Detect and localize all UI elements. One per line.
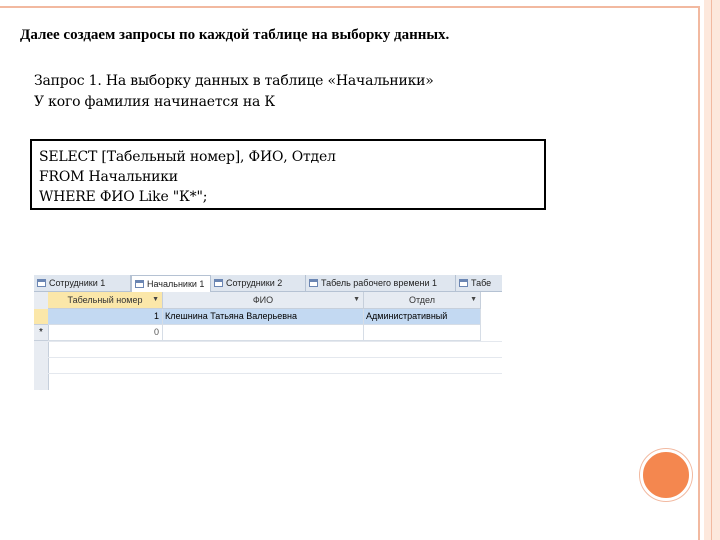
sql-line-where: WHERE ФИО Like "К*"; [39,189,208,205]
side-decoration-line [711,0,712,540]
new-record-marker[interactable]: * [34,325,48,341]
access-query-result-screenshot: Сотрудники 1 Начальники 1 Сотрудники 2 Т… [34,268,502,390]
tab-timesheet-1[interactable]: Табель рабочего времени 1 [306,275,456,291]
sql-line-select: SELECT [Табельный номер], ФИО, Отдел [39,149,336,165]
query-icon [37,279,46,287]
record-selector-column [34,292,49,390]
cell-new-tab-number[interactable]: 0 [48,325,163,341]
cell-dept[interactable]: Административный [364,309,481,325]
cell-tab-number[interactable]: 1 [48,309,163,325]
frame-top-line [0,6,698,8]
frame-right-line [698,6,700,540]
query-condition: У кого фамилия начинается на К [34,94,276,110]
tab-employees-1[interactable]: Сотрудники 1 [34,275,131,291]
tab-employees-2[interactable]: Сотрудники 2 [211,275,306,291]
column-header-tab-number[interactable]: Табельный номер ▼ [48,292,163,309]
query-icon [135,280,144,288]
query-icon [309,279,318,287]
orange-circle-decoration [640,449,692,501]
sql-line-from: FROM Начальники [39,169,178,185]
tab-truncated[interactable]: Табе [456,275,502,291]
cell-new-dept[interactable] [364,325,481,341]
grid-empty-line [48,373,502,374]
query-description: Запрос 1. На выборку данных в таблице «Н… [34,71,434,113]
record-selector-current[interactable] [34,309,48,325]
cell-fio[interactable]: Клешнина Татьяна Валерьевна [163,309,364,325]
column-header-fio[interactable]: ФИО ▼ [163,292,364,309]
document-tab-bar: Сотрудники 1 Начальники 1 Сотрудники 2 Т… [34,275,502,292]
tab-managers-1[interactable]: Начальники 1 [131,275,211,292]
slide-title: Далее создаем запросы по каждой таблице … [20,27,450,43]
query-label: Запрос 1. На выборку данных в таблице «Н… [34,73,434,89]
query-icon [459,279,468,287]
grid-empty-line [48,341,502,342]
cell-new-fio[interactable] [163,325,364,341]
datasheet-grid: Табельный номер ▼ ФИО ▼ Отдел ▼ 1 Клешнина … [34,292,502,390]
column-header-dept[interactable]: Отдел ▼ [364,292,481,309]
side-decoration-strip [704,0,720,540]
dropdown-arrow-icon[interactable]: ▼ [470,292,477,308]
dropdown-arrow-icon[interactable]: ▼ [353,292,360,308]
dropdown-arrow-icon[interactable]: ▼ [152,292,159,308]
query-icon [214,279,223,287]
sql-code-box: SELECT [Табельный номер], ФИО, Отдел FRO… [30,139,546,210]
grid-empty-line [48,357,502,358]
